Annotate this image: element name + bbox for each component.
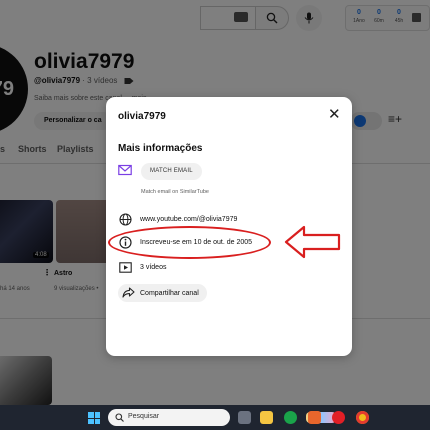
video-icon (118, 260, 132, 274)
dialog-heading: Mais informações (118, 143, 203, 154)
xampp-icon[interactable] (308, 411, 321, 424)
match-email-caption: Match email on SimilarTube (141, 189, 209, 195)
share-icon (122, 286, 135, 300)
opera-icon[interactable] (332, 411, 345, 424)
chrome-icon[interactable] (356, 411, 369, 424)
upwork-icon[interactable] (284, 411, 297, 424)
dialog-title: olivia7979 (118, 111, 166, 122)
taskbar-search-placeholder: Pesquisar (128, 413, 160, 420)
task-view-icon[interactable] (238, 411, 251, 424)
annotation-ellipse (108, 226, 271, 259)
taskbar: Pesquisar (0, 405, 430, 430)
windows-icon[interactable] (88, 412, 100, 424)
channel-url[interactable]: www.youtube.com/@olivia7979 (140, 216, 237, 223)
match-email-button[interactable]: MATCH EMAIL (141, 163, 202, 180)
video-count-row: 3 vídeos (118, 260, 166, 274)
taskbar-search[interactable]: Pesquisar (108, 409, 336, 426)
share-channel-label: Compartilhar canal (140, 289, 199, 297)
globe-icon (118, 212, 132, 226)
file-explorer-icon[interactable] (260, 411, 273, 424)
share-channel-button[interactable]: Compartilhar canal (118, 284, 207, 302)
video-count-text: 3 vídeos (140, 263, 167, 271)
annotation-arrow (284, 225, 341, 259)
mail-icon (118, 164, 132, 176)
close-icon[interactable]: ✕ (328, 107, 341, 122)
channel-url-row[interactable]: www.youtube.com/@olivia7979 (118, 212, 237, 226)
search-icon (115, 413, 124, 422)
